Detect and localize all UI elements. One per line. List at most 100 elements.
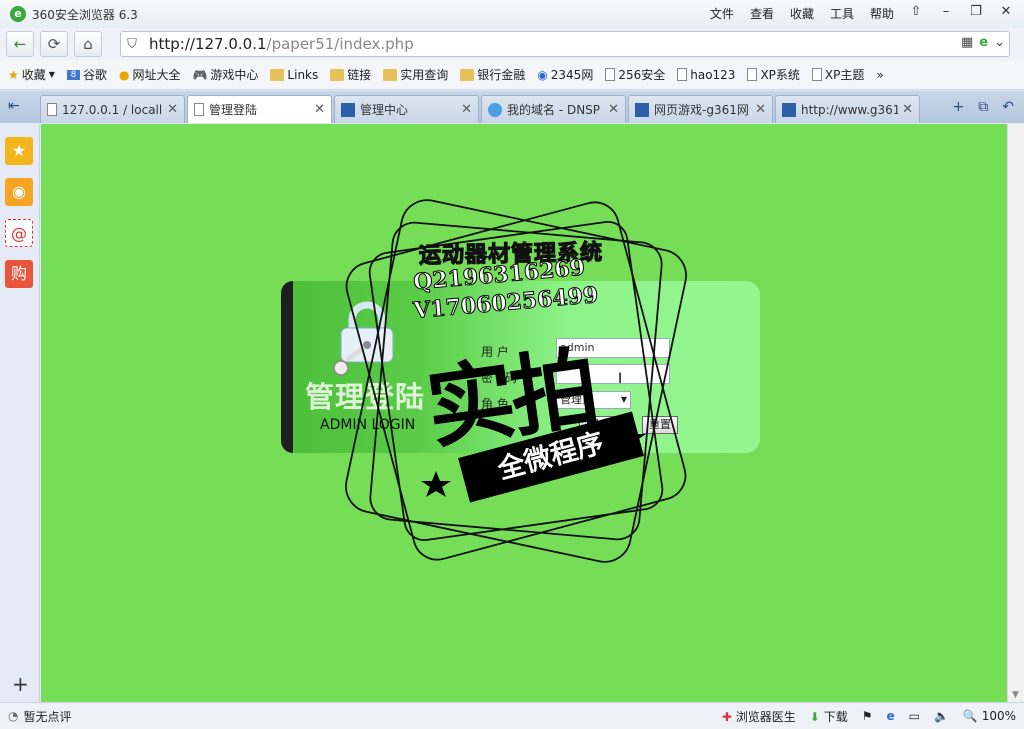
restore-tabs-icon[interactable]: ⧉ [978, 99, 988, 115]
tab-admin-login[interactable]: 管理登陆 ✕ [187, 95, 332, 123]
volume-icon[interactable]: 🔈 [934, 709, 949, 723]
tab-label: http://www.g361 [801, 102, 899, 117]
bookmark-xp-system[interactable]: XP系统 [747, 66, 800, 83]
bookmark-query[interactable]: 实用查询 [383, 66, 448, 83]
bookmark-256[interactable]: 256安全 [605, 66, 665, 83]
bookmark-label: 游戏中心 [210, 68, 259, 82]
home-button[interactable]: ⌂ [74, 31, 102, 57]
bookmark-label: 实用查询 [400, 68, 449, 82]
tab-web-games[interactable]: 网页游戏-g361网 ✕ [628, 95, 773, 123]
menu-item-favorites[interactable]: 收藏 [790, 5, 814, 22]
magnifier-icon: 🔍 [962, 709, 978, 723]
status-rating[interactable]: 暂无点评 [23, 708, 71, 725]
google-icon: 8 [66, 69, 80, 80]
url-text[interactable]: http://127.0.0.1/paper51/index.php [149, 35, 414, 53]
star-icon: ★ [8, 67, 19, 82]
close-icon[interactable]: ✕ [167, 102, 178, 117]
refresh-button[interactable]: ⟳ [40, 31, 68, 57]
bookmark-label: 银行金融 [477, 68, 526, 82]
globe-icon [488, 102, 502, 117]
folder-icon [460, 68, 475, 81]
tab-label: 127.0.0.1 / locall [62, 102, 163, 117]
restore-button[interactable]: ❐ [964, 2, 988, 22]
more-bookmarks-icon[interactable]: » [876, 68, 883, 82]
email-icon[interactable]: @ [5, 219, 33, 247]
g361-icon [782, 102, 796, 117]
zoom-level: 100% [981, 709, 1016, 723]
bookmark-label: XP主题 [824, 68, 865, 82]
bookmark-favorites[interactable]: ★ 收藏 ▼ [8, 66, 55, 83]
browser-doctor[interactable]: ✚ 浏览器医生 [722, 708, 796, 725]
add-sidebar-item-icon[interactable]: + [12, 672, 29, 696]
close-icon[interactable]: ✕ [608, 102, 619, 117]
tab-my-domain[interactable]: 我的域名 - DNSP ✕ [481, 95, 626, 123]
download-icon: ⬇ [809, 709, 820, 724]
download-button[interactable]: ⬇ 下载 [810, 708, 848, 725]
tab-g361[interactable]: http://www.g361 ✕ [775, 95, 920, 123]
bookmark-label: 2345网 [550, 68, 594, 82]
doctor-icon: ✚ [721, 709, 732, 724]
bookmark-xp-theme[interactable]: XP主题 [811, 66, 865, 83]
close-icon[interactable]: ✕ [902, 102, 913, 117]
ie-mode-icon[interactable]: e [979, 35, 988, 50]
bookmark-2345[interactable]: ◉ 2345网 [537, 66, 593, 83]
new-tab-icon[interactable]: + [953, 99, 965, 115]
bookmark-label: 收藏 [21, 68, 46, 82]
menu-item-tools[interactable]: 工具 [830, 5, 854, 22]
close-icon[interactable]: ✕ [314, 102, 325, 117]
tab-label: 网页游戏-g361网 [654, 103, 749, 117]
bookmark-hao123[interactable]: hao123 [677, 68, 735, 82]
minimize-button[interactable]: – [934, 2, 958, 22]
window-mode-icon[interactable]: ▭ [909, 709, 920, 723]
doc-icon [811, 68, 822, 81]
bookmark-links[interactable]: Links [270, 68, 318, 82]
back-button[interactable]: ← [6, 31, 34, 57]
url-host: http://127.0.0.1 [149, 35, 267, 53]
doc-icon [677, 68, 688, 81]
bookmark-google[interactable]: 8 谷歌 [66, 66, 107, 83]
undo-close-icon[interactable]: ↶ [1002, 99, 1014, 115]
doc-icon [747, 68, 758, 81]
menu-item-view[interactable]: 查看 [750, 5, 774, 22]
menu-bar: 文件 查看 收藏 工具 帮助 [710, 5, 894, 22]
scroll-down-icon[interactable]: ▼ [1012, 690, 1019, 700]
close-window-button[interactable]: ✕ [994, 2, 1018, 22]
weibo-icon[interactable]: ◉ [5, 178, 33, 206]
menu-item-help[interactable]: 帮助 [870, 5, 894, 22]
status-bar: ◔ 暂无点评 ✚ 浏览器医生 ⬇ 下载 ⚑ e ▭ 🔈 🔍 100% [0, 702, 1024, 729]
site-icon: ● [118, 67, 130, 82]
download-label: 下载 [823, 709, 848, 724]
bookmark-label: 256安全 [618, 68, 666, 82]
text-cursor-icon: I [618, 371, 623, 387]
url-bar[interactable]: ⛉ http://127.0.0.1/paper51/index.php ▦ e… [120, 31, 1010, 57]
g361-icon [635, 102, 649, 117]
shopping-icon[interactable]: 购 [5, 260, 33, 288]
bookmark-label: hao123 [690, 67, 736, 82]
side-panel: ★ ◉ @ 购 + [0, 124, 40, 702]
close-icon[interactable]: ✕ [461, 102, 472, 117]
vertical-scrollbar[interactable]: ▼ [1007, 124, 1024, 702]
bookmark-games[interactable]: 🎮 游戏中心 [192, 66, 258, 83]
close-icon[interactable]: ✕ [755, 102, 766, 117]
menu-item-file[interactable]: 文件 [710, 5, 734, 22]
bookmark-label: XP系统 [760, 68, 800, 82]
doc-icon [194, 103, 204, 116]
doctor-label: 浏览器医生 [735, 709, 796, 724]
site-icon: ◉ [537, 67, 548, 82]
tab-phpmyadmin[interactable]: 127.0.0.1 / locall ✕ [40, 95, 185, 123]
zoom-control[interactable]: 🔍 100% [963, 709, 1016, 723]
speed-mode-icon[interactable]: ⚑ [862, 709, 873, 723]
pin-icon[interactable]: ⇧ [904, 2, 928, 22]
bookmark-lianjie[interactable]: 链接 [330, 66, 371, 83]
qr-code-icon[interactable]: ▦ [961, 35, 973, 50]
sidebar-toggle-icon[interactable]: ⇤ [8, 98, 20, 114]
folder-icon [330, 68, 345, 81]
bookmark-site-nav[interactable]: ● 网址大全 [119, 66, 181, 83]
ie-icon[interactable]: e [886, 709, 894, 723]
favorites-star-icon[interactable]: ★ [5, 137, 33, 165]
browser-logo-icon: e [10, 6, 26, 22]
chevron-down-icon[interactable]: ⌄ [994, 35, 1005, 50]
window-titlebar: e 360安全浏览器 6.3 文件 查看 收藏 工具 帮助 ⇧ – ❐ ✕ [0, 0, 1024, 28]
tab-admin-center[interactable]: 管理中心 ✕ [334, 95, 479, 123]
bookmark-bank[interactable]: 银行金融 [460, 66, 525, 83]
